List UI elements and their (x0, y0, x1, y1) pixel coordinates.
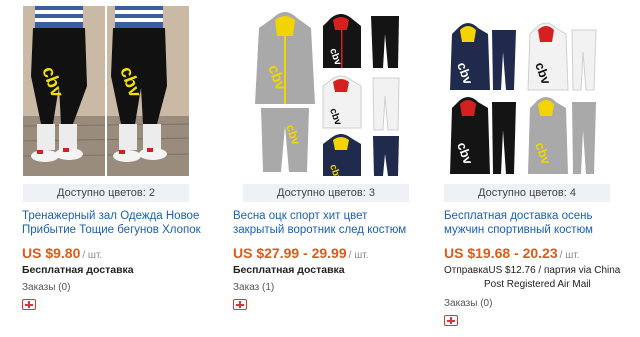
product-image[interactable]: cbv cbv cbv cbv (444, 6, 610, 176)
product-card: cbv cbv Доступно цветов: 2 Тренажерный з… (22, 0, 212, 310)
price: US $27.99 - 29.99/ шт. (233, 245, 423, 261)
price-value: US $27.99 - 29.99 (233, 245, 347, 261)
per-unit: / шт. (559, 250, 580, 261)
orders-count[interactable]: Заказы (0) (22, 282, 212, 293)
add-to-wishlist-icon[interactable] (233, 299, 247, 310)
product-title-link[interactable]: Тренажерный зал Одежда Новое Прибытие То… (22, 209, 210, 237)
shipping-info: ОтправкаUS $12.76 / партия via China (444, 264, 634, 278)
shipping-prefix: Отправка (444, 265, 489, 276)
shipping-cost: US $12.76 (488, 265, 536, 276)
shipping-info: Бесплатная доставка (22, 264, 134, 276)
per-unit: / шт. (348, 250, 369, 261)
product-title-link[interactable]: Весна оцк спорт хит цвет закрытый воротн… (233, 209, 421, 237)
product-card: cbv cbv cbv cbv Доступно цветов: 4 Беспл… (444, 0, 634, 326)
colors-available: Доступно цветов: 4 (444, 184, 610, 202)
price-value: US $9.80 (22, 245, 81, 261)
price: US $9.80/ шт. (22, 245, 212, 261)
product-image[interactable]: cbv cbv (23, 6, 189, 176)
shipping-info: Бесплатная доставка (233, 264, 345, 276)
price-value: US $19.68 - 20.23 (444, 245, 558, 261)
shipping-method: Post Registered Air Mail (484, 279, 591, 290)
price: US $19.68 - 20.23/ шт. (444, 245, 634, 261)
per-unit: / шт. (82, 250, 103, 261)
colors-available: Доступно цветов: 2 (23, 184, 189, 202)
colors-available: Доступно цветов: 3 (243, 184, 409, 202)
add-to-wishlist-icon[interactable] (22, 299, 36, 310)
shipping-suffix: / партия via China (538, 265, 621, 276)
orders-count[interactable]: Заказы (0) (444, 298, 634, 309)
add-to-wishlist-icon[interactable] (444, 315, 458, 326)
product-image[interactable]: cbv cbv cbv cbv cbv (243, 6, 409, 176)
product-card: cbv cbv cbv cbv cbv Доступно цветов: 3 В… (233, 0, 423, 310)
product-title-link[interactable]: Бесплатная доставка осень мужчин спортив… (444, 209, 632, 237)
orders-count[interactable]: Заказ (1) (233, 282, 423, 293)
